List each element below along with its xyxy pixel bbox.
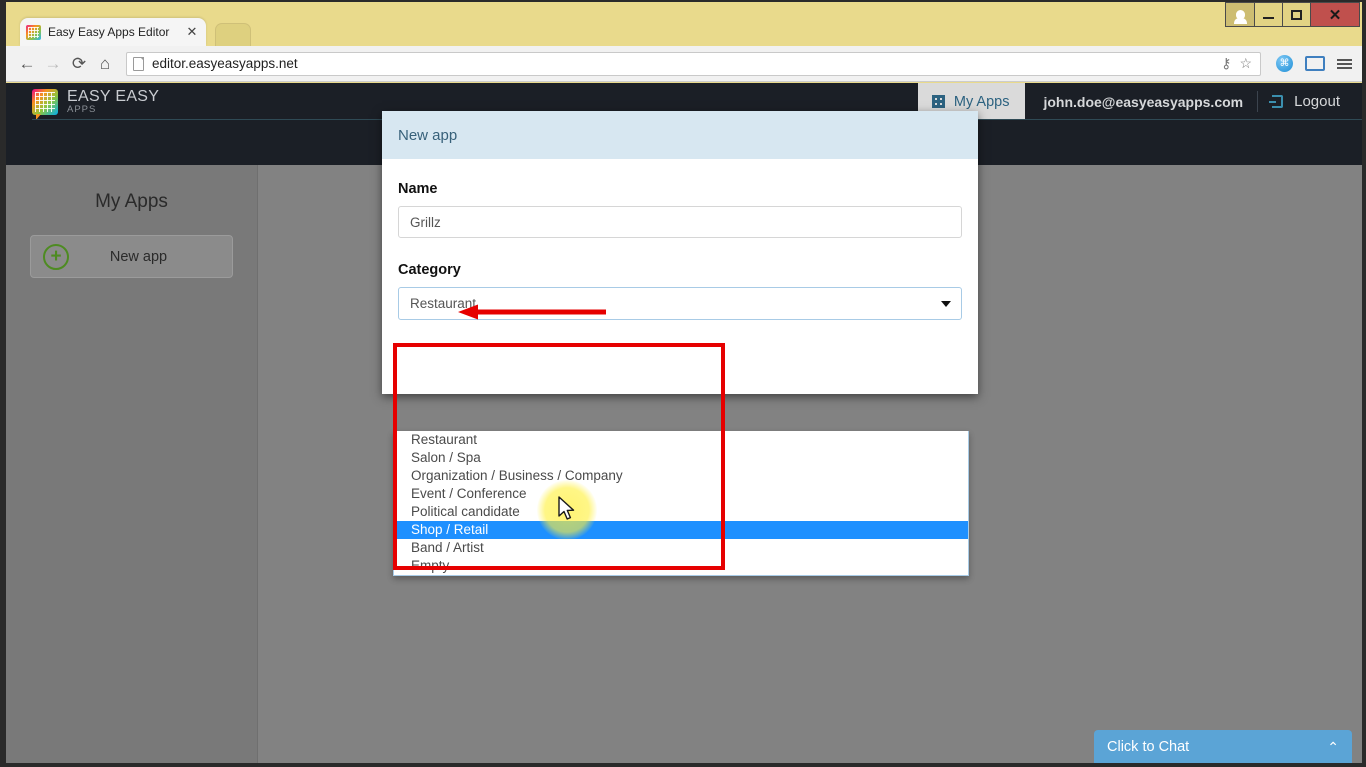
account-email: john.doe@easyeasyapps.com bbox=[1025, 83, 1257, 120]
key-icon[interactable]: ⚷ bbox=[1221, 55, 1231, 72]
category-selected-value: Restaurant bbox=[410, 296, 476, 311]
tab-strip: Easy Easy Apps Editor ✕ bbox=[6, 18, 1362, 46]
favicon-icon bbox=[26, 25, 41, 40]
new-tab-button[interactable] bbox=[215, 23, 251, 46]
category-option[interactable]: Event / Conference bbox=[394, 485, 968, 503]
new-app-button[interactable]: + New app bbox=[30, 235, 233, 278]
chevron-up-icon: ⌃ bbox=[1327, 740, 1339, 754]
logout-icon bbox=[1272, 95, 1283, 108]
category-option[interactable]: Restaurant bbox=[394, 431, 968, 449]
category-option[interactable]: Band / Artist bbox=[394, 539, 968, 557]
brand-line-2: APPS bbox=[67, 104, 159, 115]
page-info-icon bbox=[133, 57, 144, 71]
menu-icon[interactable] bbox=[1337, 59, 1352, 69]
page-viewport: EASY EASY APPS My Apps john.doe@easyeasy… bbox=[6, 83, 1362, 763]
category-option[interactable]: Political candidate bbox=[394, 503, 968, 521]
extension-icon[interactable]: ⌘ bbox=[1276, 55, 1293, 72]
plus-circle-icon: + bbox=[43, 244, 69, 270]
sidebar-title: My Apps bbox=[6, 191, 257, 213]
logout-label: Logout bbox=[1294, 93, 1340, 110]
screen: ✕ Easy Easy Apps Editor ✕ ← → ⟳ ⌂ editor… bbox=[0, 0, 1366, 767]
bookmark-star-icon[interactable]: ☆ bbox=[1239, 55, 1252, 72]
name-field-label: Name bbox=[398, 181, 962, 197]
grid-icon bbox=[932, 95, 945, 108]
brand-logo-group[interactable]: EASY EASY APPS bbox=[32, 89, 159, 115]
reload-icon[interactable]: ⟳ bbox=[66, 51, 92, 77]
app-name-input[interactable] bbox=[398, 206, 962, 238]
back-icon[interactable]: ← bbox=[14, 51, 40, 77]
category-option[interactable]: Organization / Business / Company bbox=[394, 467, 968, 485]
category-dropdown-list: RestaurantSalon / SpaOrganization / Busi… bbox=[393, 431, 969, 576]
modal-body: Name Category Restaurant bbox=[382, 159, 978, 394]
url-text: editor.easyeasyapps.net bbox=[152, 56, 298, 71]
brand-line-1: EASY EASY bbox=[67, 89, 159, 104]
category-option[interactable]: Salon / Spa bbox=[394, 449, 968, 467]
chat-label: Click to Chat bbox=[1107, 739, 1327, 755]
tab-title: Easy Easy Apps Editor bbox=[48, 25, 184, 39]
brand-text: EASY EASY APPS bbox=[67, 89, 159, 115]
new-app-modal: New app Name Category Restaurant Restaur… bbox=[382, 111, 978, 394]
category-field-label: Category bbox=[398, 262, 962, 278]
window-frame: ✕ Easy Easy Apps Editor ✕ ← → ⟳ ⌂ editor… bbox=[0, 0, 1366, 767]
logout-button[interactable]: Logout bbox=[1258, 83, 1362, 120]
browser-toolbar: ← → ⟳ ⌂ editor.easyeasyapps.net ⚷ ☆ ⌘ bbox=[6, 46, 1362, 82]
close-icon[interactable]: ✕ bbox=[184, 24, 200, 40]
home-icon[interactable]: ⌂ bbox=[92, 51, 118, 77]
header-right-group: My Apps john.doe@easyeasyapps.com Logout bbox=[918, 83, 1362, 120]
category-select[interactable]: Restaurant bbox=[398, 287, 962, 320]
forward-icon[interactable]: → bbox=[40, 51, 66, 77]
click-to-chat-widget[interactable]: Click to Chat ⌃ bbox=[1094, 730, 1352, 763]
omnibox-actions: ⚷ ☆ bbox=[1221, 55, 1254, 72]
sidebar: My Apps + New app bbox=[6, 165, 258, 763]
browser-tab[interactable]: Easy Easy Apps Editor ✕ bbox=[20, 18, 206, 46]
modal-spacer bbox=[398, 320, 962, 384]
my-apps-label: My Apps bbox=[954, 94, 1010, 110]
address-bar[interactable]: editor.easyeasyapps.net ⚷ ☆ bbox=[126, 52, 1261, 76]
cast-icon[interactable] bbox=[1305, 56, 1325, 71]
chevron-down-icon bbox=[941, 301, 951, 307]
category-option[interactable]: Empty bbox=[394, 557, 968, 575]
category-option[interactable]: Shop / Retail bbox=[394, 521, 968, 539]
easy-easy-apps-logo-icon bbox=[32, 89, 58, 115]
modal-title: New app bbox=[382, 111, 978, 159]
